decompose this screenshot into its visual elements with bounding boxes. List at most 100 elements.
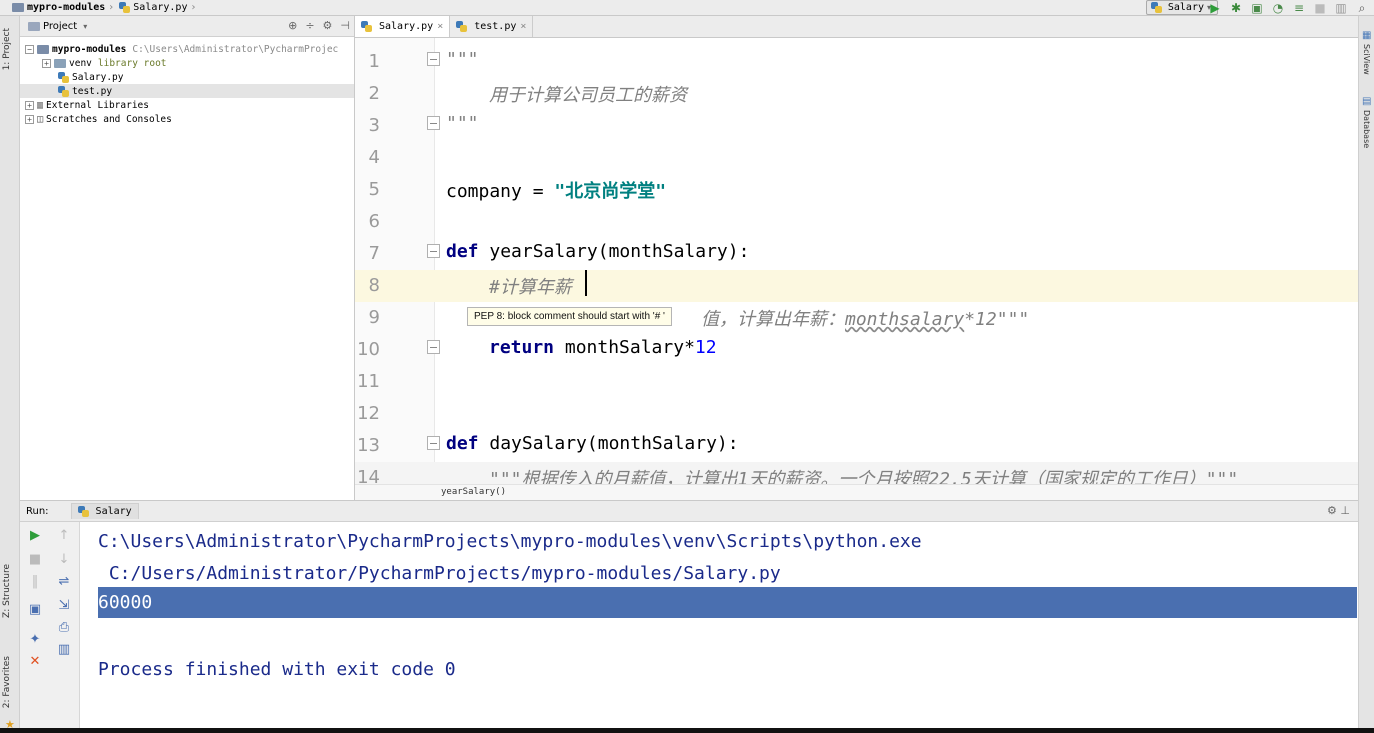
code-line: 1 """ [355,46,1358,78]
coverage-icon[interactable]: ▣ [1251,1,1263,15]
tree-external-label: External Libraries [46,99,149,111]
arrow-down-icon[interactable]: ↓ [56,552,72,567]
code-string: "北京尚学堂" [554,181,667,202]
gear-icon[interactable]: ⚙ [323,19,333,32]
locate-icon[interactable]: ⊕ [288,19,297,32]
tool-tab-database[interactable]: Database [1362,110,1371,148]
search-icon[interactable]: ⌕ [1356,1,1368,15]
pause-icon[interactable]: ‖ [27,574,43,589]
python-file-icon [1150,2,1162,13]
pin-icon[interactable]: ✦ [27,632,43,647]
arrow-up-icon[interactable]: ↑ [56,528,72,543]
code-identifier: daySalary(monthSalary): [489,433,739,454]
project-panel-title[interactable]: Project [43,21,77,32]
tool-tab-structure[interactable]: Z: Structure [2,564,12,618]
tree-item-scratches[interactable]: + ◫ Scratches and Consoles [20,112,354,126]
tool-tab-project[interactable]: 1: Project [2,28,12,70]
line-number: 8 [368,275,380,296]
expand-toggle-icon[interactable]: + [25,114,34,124]
python-file-icon [456,21,468,32]
breadcrumb-project[interactable]: mypro-modules › [0,0,117,16]
rerun-icon[interactable]: ▶ [27,528,43,543]
line-number: 7 [368,243,380,264]
collapse-toggle-icon[interactable]: − [25,44,34,54]
tree-file-label: test.py [72,85,113,97]
tree-file-label: Salary.py [72,71,124,83]
expand-toggle-icon[interactable]: + [25,100,34,110]
chevron-right-icon: › [191,2,196,13]
tool-tab-favorites[interactable]: 2: Favorites [2,656,12,708]
code-docstring-warning: monthsalary [845,309,965,330]
code-line: 13 def daySalary(monthSalary): [355,430,1358,462]
run-configuration-select[interactable]: Salary ▾ [1145,0,1218,15]
line-number: 5 [368,179,380,200]
hide-panel-icon[interactable]: ⊣ [340,19,350,32]
code-text: def yearSalary(monthSalary): [446,241,749,262]
code-editor[interactable]: 1 """ 2 用于计算公司员工的薪资 3 """ 4 5 company = … [355,38,1358,484]
collapse-all-icon[interactable]: ÷ [305,19,314,32]
tree-item-root[interactable]: − mypro-modules C:\Users\Administrator\P… [20,42,354,56]
code-text: 值，计算出年薪：monthsalary*12""" [701,305,1029,331]
fold-marker-icon[interactable] [427,116,440,130]
code-line: 11 [355,366,1358,398]
line-number: 1 [368,51,380,72]
gear-icon[interactable]: ⚙ ⊥ [1327,504,1350,517]
scroll-to-end-icon[interactable]: ⇲ [56,598,72,613]
fold-marker-icon[interactable] [427,52,440,66]
run-toolbar: ▶ ↑ ■ ↓ ‖ ⇌ ▣ ⇲ ⎙ ✦ ▥ ✕ [20,522,80,728]
tab-test[interactable]: test.py × [450,16,534,37]
close-icon[interactable]: × [520,21,526,32]
run-configuration-label: Salary [1167,2,1204,13]
fold-marker-icon[interactable] [427,340,440,354]
line-number: 14 [357,467,380,484]
debug-icon[interactable]: ✱ [1230,1,1242,15]
code-line: 4 [355,142,1358,174]
stop-icon[interactable]: ■ [1314,1,1326,15]
code-keyword: def [446,433,490,454]
run-icon[interactable]: ▶ [1209,1,1221,15]
line-number: 6 [368,211,380,232]
code-keyword: return [489,337,565,358]
project-panel: Project ▾ ⊕ ÷ ⚙ ⊣ − mypro-modules C:\Use… [20,16,355,500]
tree-item-venv[interactable]: + venv library root [20,56,354,70]
chevron-right-icon: › [109,2,114,13]
tree-item-external-libraries[interactable]: + ▥ External Libraries [20,98,354,112]
code-text: return monthSalary*12 [489,337,717,358]
run-panel-label: Run: [26,505,49,517]
run-panel-header: Run: Salary ⚙ ⊥ [20,500,1358,522]
code-text: company = "北京尚学堂" [446,177,666,203]
tree-item-salary[interactable]: Salary.py [20,70,354,84]
close-icon[interactable]: ✕ [27,654,43,669]
concurrency-icon[interactable]: ≡ [1293,1,1305,15]
console-selection: 60000 [98,587,1357,618]
expand-toggle-icon[interactable]: + [42,58,51,68]
close-icon[interactable]: × [437,21,443,32]
right-tool-strip: ▦ SciView ▤ Database [1358,16,1374,733]
run-console[interactable]: C:\Users\Administrator\PycharmProjects\m… [80,522,1358,728]
layout-icon[interactable]: ▥ [1335,1,1347,15]
fold-marker-icon[interactable] [427,436,440,450]
tool-tab-sciview[interactable]: SciView [1362,44,1371,75]
breadcrumb-file[interactable]: Salary.py › [117,0,199,16]
line-number: 12 [357,403,380,424]
tree-item-test[interactable]: test.py [20,84,354,98]
code-keyword: def [446,241,490,262]
trash-icon[interactable]: ▥ [56,642,72,657]
breadcrumb-function[interactable]: yearSalary() [441,487,506,497]
soft-wrap-icon[interactable]: ⇌ [56,574,72,589]
chevron-down-icon[interactable]: ▾ [83,22,87,31]
editor-breadcrumb: yearSalary() [355,484,1358,500]
code-text: 用于计算公司员工的薪资 [489,85,687,106]
code-text: """ [446,113,479,134]
restore-layout-icon[interactable]: ▣ [27,602,43,617]
run-tab-salary[interactable]: Salary [70,503,139,519]
folder-icon [54,58,66,68]
tab-salary[interactable]: Salary.py × [355,16,451,37]
print-icon[interactable]: ⎙ [56,620,72,635]
left-tool-strip: 1: Project Z: Structure 2: Favorites ★ [0,16,20,733]
breadcrumb-file-label: Salary.py [133,2,188,13]
fold-marker-icon[interactable] [427,244,440,258]
code-line: 3 """ [355,110,1358,142]
profile-icon[interactable]: ◔ [1272,1,1284,15]
stop-icon[interactable]: ■ [27,552,43,567]
